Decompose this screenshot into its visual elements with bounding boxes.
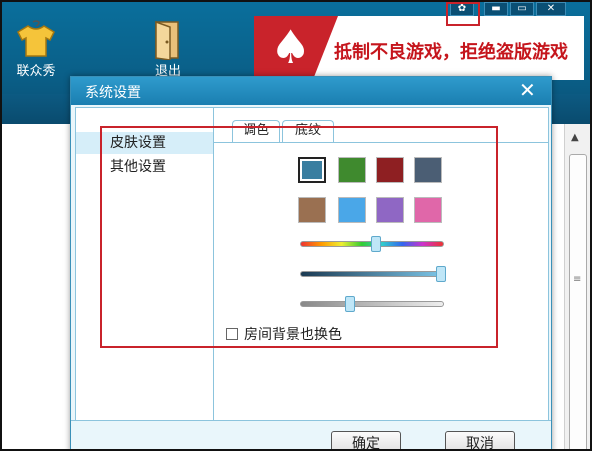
scroll-up-icon[interactable]: ▲ bbox=[571, 132, 579, 143]
toolbar-item-exit[interactable]: 退出 bbox=[146, 20, 190, 79]
close-icon: ✕ bbox=[546, 3, 556, 14]
restore-button[interactable]: ▭ bbox=[510, 2, 534, 16]
minimize-button[interactable]: ▬ bbox=[484, 2, 508, 16]
toolbar-item-label: 联众秀 bbox=[16, 64, 56, 79]
dialog-close-icon[interactable]: ✕ bbox=[519, 79, 536, 101]
close-window-button[interactable]: ✕ bbox=[536, 2, 566, 16]
dialog-titlebar[interactable]: 系统设置 ✕ bbox=[71, 77, 551, 105]
scroll-thumb[interactable] bbox=[569, 154, 587, 449]
background-scrollbar[interactable]: ▲ ≡ bbox=[564, 124, 590, 449]
dialog-title: 系统设置 bbox=[85, 85, 141, 101]
app-window: 联众秀 退出 ♠ 抵制不良游戏，拒绝盗版游戏 ✿ ▬ ▭ ✕ ▲ ≡ 系统设置 … bbox=[0, 0, 592, 451]
settings-highlight-box bbox=[446, 2, 480, 26]
minimize-icon: ▬ bbox=[491, 3, 501, 14]
restore-icon: ▭ bbox=[517, 3, 527, 14]
tshirt-icon bbox=[14, 20, 58, 60]
ok-button[interactable]: 确定 bbox=[331, 431, 401, 449]
toolbar-item-show[interactable]: 联众秀 bbox=[10, 20, 62, 79]
spade-icon: ♠ bbox=[270, 20, 312, 74]
banner-slogan: 抵制不良游戏，拒绝盗版游戏 bbox=[334, 42, 568, 63]
anti-piracy-banner: ♠ 抵制不良游戏，拒绝盗版游戏 bbox=[254, 16, 584, 80]
scroll-grip-icon: ≡ bbox=[573, 274, 582, 285]
dialog-footer: 确定 取消 bbox=[71, 420, 551, 449]
cancel-button[interactable]: 取消 bbox=[445, 431, 515, 449]
exit-door-icon bbox=[146, 20, 190, 61]
annotation-highlight-box bbox=[100, 126, 498, 348]
